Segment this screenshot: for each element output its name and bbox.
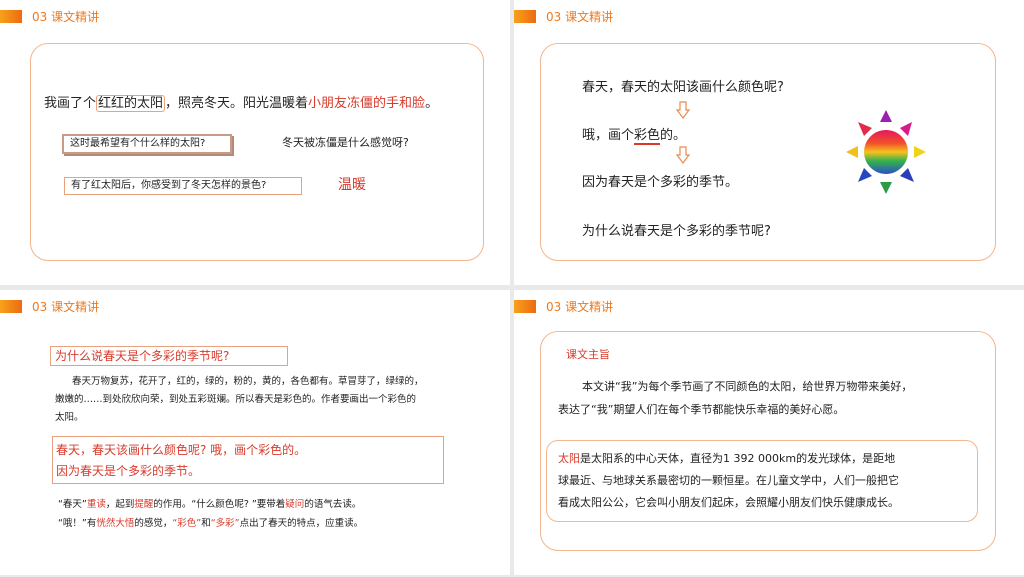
quote-line-1: 春天，春天该画什么颜色呢? 哦，画个彩色的。 — [56, 443, 307, 457]
rainbow-sun-icon — [846, 110, 926, 194]
down-arrow-icon — [676, 101, 690, 119]
note-2-c: 的感觉， — [134, 518, 173, 529]
slide-1: 03 课文精讲 我画了个 红红的太阳 ，照亮冬天。阳光温暖着小朋友冻僵的手和脸。 这… — [0, 0, 510, 285]
note-2-g: 点出了春天的特点，应重读。 — [239, 518, 364, 529]
para-line-2: 嫩嫩的……到处欣欣向荣，到处五彩斑斓。所以春天是彩色的。作者要画出一个彩色的 — [55, 394, 417, 405]
para-2-line-1: 太阳是太阳系的中心天体，直径为1 392 000km的发光球体，是距地 — [558, 448, 895, 470]
slide-header: 03 课文精讲 — [514, 297, 613, 315]
para-2-line-3: 看成太阳公公，它会叫小朋友们起床，会照耀小朋友们快乐健康成长。 — [558, 496, 899, 509]
sentence-red: 小朋友冻僵的手和脸 — [308, 96, 426, 111]
note-1-c: ，起到 — [105, 499, 135, 510]
line-2-em: 彩色 — [634, 128, 661, 145]
para-line-3: 太阳。 — [55, 412, 84, 423]
sentence-end: 。 — [425, 96, 439, 111]
slide-2: 03 课文精讲 春天，春天的太阳该画什么颜色呢? 哦，画个彩色的。 因为春天是个… — [514, 0, 1024, 285]
para-line-1: 春天万物复苏，花开了，红的，绿的，粉的，黄的，各色都有。草冒芽了，绿绿的， — [72, 376, 424, 387]
main-sentence: 我画了个 红红的太阳 ，照亮冬天。阳光温暖着小朋友冻僵的手和脸。 — [44, 92, 439, 112]
quote-line-2: 因为春天是个多彩的季节。 — [56, 464, 201, 478]
note-1-f: 疑问 — [285, 499, 305, 510]
sentence-boxed: 红红的太阳 — [96, 95, 166, 112]
line-2-end: 的。 — [660, 128, 687, 143]
para-2-line-2: 球最近、与地球关系最密切的一颗恒星。在儿童文学中，人们一般把它 — [558, 474, 899, 487]
question-2-answer: 温暖 — [338, 177, 366, 193]
section-title: 课文主旨 — [566, 348, 610, 361]
question-box: 为什么说春天是个多彩的季节呢? — [50, 346, 288, 366]
question-1-answer: 冬天被冻僵是什么感觉呀? — [282, 136, 409, 149]
header-bar-icon — [514, 299, 536, 313]
slide-4: 03 课文精讲 课文主旨 本文讲“我”为每个季节画了不同颜色的太阳，给世界万物带… — [514, 290, 1024, 575]
para-1-line-1: 本文讲“我”为每个季节画了不同颜色的太阳，给世界万物带来美好， — [582, 380, 913, 393]
slide-header: 03 课文精讲 — [0, 297, 99, 315]
header-label: 03 课文精讲 — [32, 9, 100, 24]
down-arrow-icon — [676, 146, 690, 164]
sun-word: 太阳 — [558, 452, 580, 465]
sentence-mid: ，照亮冬天。阳光温暖着 — [165, 96, 309, 111]
sentence-pre: 我画了个 — [44, 96, 97, 111]
question-box-1: 这时最希望有个什么样的太阳? — [62, 134, 232, 154]
note-2-e: 和 — [201, 518, 211, 529]
note-1-a: “春天” — [58, 499, 87, 510]
header-label: 03 课文精讲 — [546, 299, 614, 314]
header-bar-icon — [514, 9, 536, 23]
note-2-b: 恍然大悟 — [96, 518, 135, 529]
line-4: 为什么说春天是个多彩的季节呢? — [582, 224, 771, 239]
question-box-2: 有了红太阳后，你感受到了冬天怎样的景色? — [64, 177, 302, 195]
header-label: 03 课文精讲 — [546, 9, 614, 24]
line-1: 春天，春天的太阳该画什么颜色呢? — [582, 80, 784, 95]
line-3: 因为春天是个多彩的季节。 — [582, 175, 739, 190]
question-text: 为什么说春天是个多彩的季节呢? — [55, 349, 230, 363]
header-bar-icon — [0, 9, 22, 23]
note-line-1: “春天”重读，起到提醒的作用。“什么颜色呢? ”要带着疑问的语气去读。 — [58, 496, 361, 510]
note-line-2: “哦！”有恍然大悟的感觉，“彩色”和“多彩”点出了春天的特点，应重读。 — [58, 515, 363, 529]
para-2-line-1-rest: 是太阳系的中心天体，直径为1 392 000km的发光球体，是距地 — [580, 452, 896, 465]
slide-header: 03 课文精讲 — [514, 7, 613, 25]
header-label: 03 课文精讲 — [32, 299, 100, 314]
note-1-e: 的作用。“什么颜色呢? ”要带着 — [153, 499, 286, 510]
line-2: 哦，画个彩色的。 — [582, 124, 687, 145]
note-1-g: 的语气去读。 — [304, 499, 362, 510]
note-1-b: 重读 — [86, 499, 106, 510]
note-2-d: “彩色” — [172, 518, 202, 529]
note-2-a: “哦！”有 — [58, 518, 97, 529]
para-1-line-2: 表达了“我”期望人们在每个季节都能快乐幸福的美好心愿。 — [558, 403, 845, 416]
line-2-pre: 哦，画个 — [582, 128, 635, 143]
header-bar-icon — [0, 299, 22, 313]
note-1-d: 提醒 — [134, 499, 154, 510]
slide-3: 03 课文精讲 为什么说春天是个多彩的季节呢? 春天万物复苏，花开了，红的，绿的… — [0, 290, 510, 575]
note-2-f: “多彩” — [210, 518, 240, 529]
slide-header: 03 课文精讲 — [0, 7, 99, 25]
quote-box: 春天，春天该画什么颜色呢? 哦，画个彩色的。 因为春天是个多彩的季节。 — [52, 436, 444, 484]
